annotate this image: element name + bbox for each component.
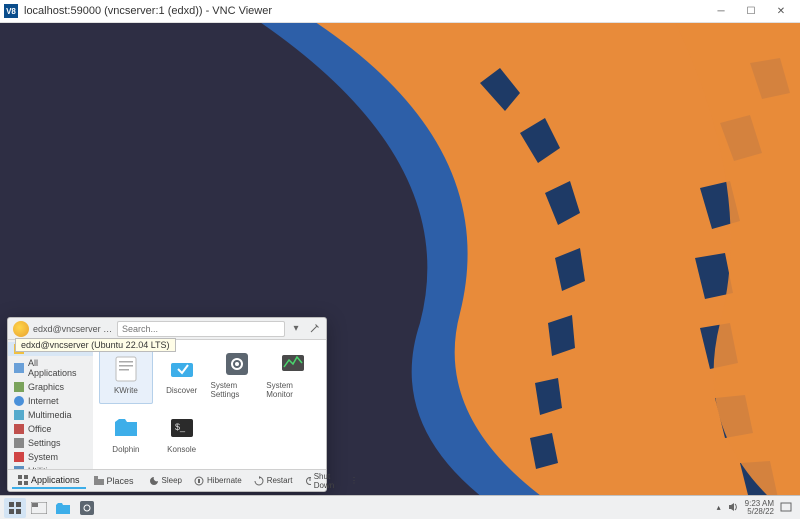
tab-label: Applications (31, 475, 80, 485)
vnc-logo-icon: V8 (4, 4, 18, 18)
sidebar-item-graphics[interactable]: Graphics (8, 380, 93, 394)
power-sleep[interactable]: Sleep (144, 474, 187, 488)
taskbar-pager[interactable] (28, 498, 50, 518)
application-launcher: edxd@vncserver (Ubuntu 22.0… ▾ edxd@vncs… (7, 317, 327, 492)
sidebar-item-settings[interactable]: Settings (8, 436, 93, 450)
sidebar-label: System (28, 452, 58, 462)
taskbar-settings[interactable] (76, 498, 98, 518)
tab-places[interactable]: Places (88, 474, 140, 488)
clock-date: 5/28/22 (745, 508, 774, 516)
settings-icon (223, 350, 251, 378)
app-tile-system-settings[interactable]: System Settings (211, 346, 265, 404)
app-label: KWrite (114, 386, 138, 395)
sidebar-label: Graphics (28, 382, 64, 392)
sidebar-label: Settings (28, 438, 61, 448)
remote-desktop[interactable]: edxd@vncserver (Ubuntu 22.0… ▾ edxd@vncs… (0, 23, 800, 519)
discover-icon (168, 355, 196, 383)
power-shutdown[interactable]: Shut Down (300, 470, 343, 492)
sidebar-item-all-applications[interactable]: All Applications (8, 356, 93, 380)
vnc-titlebar: V8 localhost:59000 (vncserver:1 (edxd)) … (0, 0, 800, 23)
power-label: Sleep (162, 476, 182, 485)
show-desktop-icon[interactable] (780, 501, 792, 515)
close-button[interactable]: ✕ (766, 0, 796, 23)
window-title: localhost:59000 (vncserver:1 (edxd)) - V… (24, 5, 706, 17)
maximize-button[interactable]: ☐ (736, 0, 766, 23)
sidebar-item-system[interactable]: System (8, 450, 93, 464)
tray-expand-icon[interactable]: ▴ (717, 503, 721, 512)
minimize-button[interactable]: ─ (706, 0, 736, 23)
sidebar-label: Multimedia (28, 410, 72, 420)
app-tile-konsole[interactable]: $_ Konsole (155, 406, 209, 464)
system-tray: ▴ 9:23 AM 5/28/22 (717, 500, 796, 516)
volume-icon[interactable] (727, 501, 739, 515)
search-input[interactable] (117, 321, 285, 337)
folder-icon (112, 414, 140, 442)
taskbar: ▴ 9:23 AM 5/28/22 (0, 495, 800, 519)
app-label: Dolphin (112, 445, 139, 454)
sidebar-item-multimedia[interactable]: Multimedia (8, 408, 93, 422)
tab-applications[interactable]: Applications (12, 473, 86, 489)
power-label: Restart (267, 476, 293, 485)
app-tile-discover[interactable]: Discover (155, 346, 209, 404)
power-restart[interactable]: Restart (249, 474, 298, 488)
sidebar-label: Internet (28, 396, 59, 406)
app-label: Konsole (167, 445, 196, 454)
kwrite-icon (112, 355, 140, 383)
app-tile-system-monitor[interactable]: System Monitor (266, 346, 320, 404)
app-label: Discover (166, 386, 197, 395)
taskbar-dolphin[interactable] (52, 498, 74, 518)
launcher-footer: Applications Places Sleep Hibernate Rest… (8, 469, 326, 491)
terminal-icon: $_ (168, 414, 196, 442)
filter-button[interactable]: ▾ (289, 322, 303, 336)
sidebar-item-office[interactable]: Office (8, 422, 93, 436)
user-tooltip: edxd@vncserver (Ubuntu 22.04 LTS) (15, 338, 176, 352)
monitor-icon (279, 350, 307, 378)
power-more[interactable]: ⋮ (345, 474, 363, 487)
app-tile-dolphin[interactable]: Dolphin (99, 406, 153, 464)
user-label: edxd@vncserver (Ubuntu 22.0… (33, 324, 113, 334)
app-label: System Settings (211, 381, 265, 399)
user-avatar-icon[interactable] (13, 321, 29, 337)
settings-icon[interactable] (307, 322, 321, 336)
app-tile-kwrite[interactable]: KWrite (99, 346, 153, 404)
favorites-grid: KWrite Discover System Settings System M… (93, 340, 326, 469)
tab-label: Places (107, 476, 134, 486)
sidebar-label: Office (28, 424, 51, 434)
power-hibernate[interactable]: Hibernate (189, 474, 247, 488)
clock[interactable]: 9:23 AM 5/28/22 (745, 500, 774, 516)
app-launcher-button[interactable] (4, 498, 26, 518)
power-label: Shut Down (314, 472, 338, 490)
category-sidebar: Favorites All Applications Graphics Inte… (8, 340, 93, 469)
sidebar-item-internet[interactable]: Internet (8, 394, 93, 408)
app-label: System Monitor (266, 381, 320, 399)
svg-text:$_: $_ (175, 422, 186, 432)
power-label: Hibernate (207, 476, 242, 485)
sidebar-label: All Applications (28, 358, 87, 378)
launcher-header: edxd@vncserver (Ubuntu 22.0… ▾ (8, 318, 326, 340)
